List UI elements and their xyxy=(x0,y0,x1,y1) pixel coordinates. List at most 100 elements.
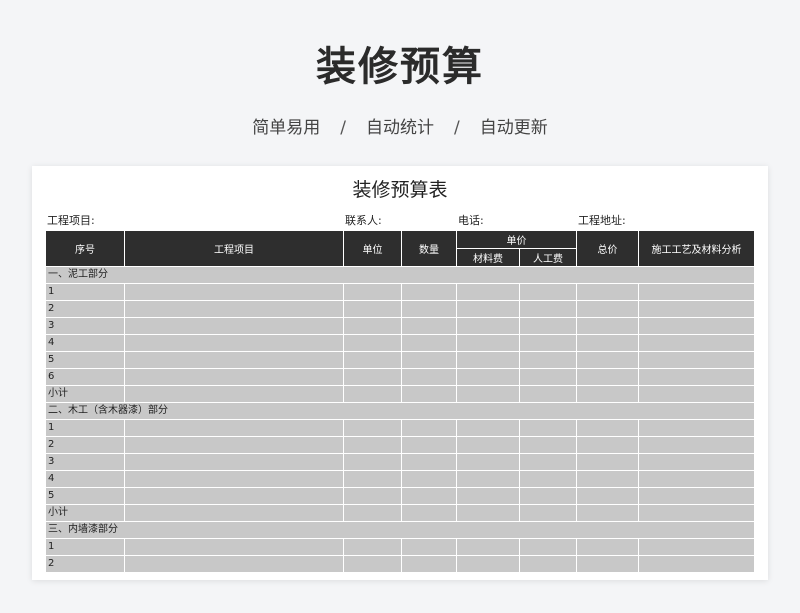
cell-seq[interactable]: 4 xyxy=(45,470,125,488)
cell-unit[interactable] xyxy=(343,368,402,386)
cell-qty[interactable] xyxy=(401,504,457,522)
cell-unit[interactable] xyxy=(343,419,402,437)
cell-material[interactable] xyxy=(456,300,520,318)
cell-analysis[interactable] xyxy=(638,317,755,335)
cell-seq[interactable]: 1 xyxy=(45,283,125,301)
cell-total[interactable] xyxy=(576,283,639,301)
cell-total[interactable] xyxy=(576,334,639,352)
cell-material[interactable] xyxy=(456,487,520,505)
cell-seq[interactable]: 2 xyxy=(45,436,125,454)
cell-item[interactable] xyxy=(124,453,344,471)
cell-unit[interactable] xyxy=(343,487,402,505)
cell-total[interactable] xyxy=(576,453,639,471)
cell-qty[interactable] xyxy=(401,317,457,335)
cell-material[interactable] xyxy=(456,470,520,488)
cell-labor[interactable] xyxy=(519,504,577,522)
cell-unit[interactable] xyxy=(343,436,402,454)
cell-material[interactable] xyxy=(456,317,520,335)
cell-qty[interactable] xyxy=(401,385,457,403)
cell-item[interactable] xyxy=(124,504,344,522)
cell-labor[interactable] xyxy=(519,368,577,386)
cell-material[interactable] xyxy=(456,538,520,556)
cell-seq[interactable]: 5 xyxy=(45,487,125,505)
cell-total[interactable] xyxy=(576,487,639,505)
cell-total[interactable] xyxy=(576,419,639,437)
cell-item[interactable] xyxy=(124,317,344,335)
cell-item[interactable] xyxy=(124,385,344,403)
cell-analysis[interactable] xyxy=(638,436,755,454)
cell-unit[interactable] xyxy=(343,385,402,403)
cell-analysis[interactable] xyxy=(638,504,755,522)
cell-labor[interactable] xyxy=(519,453,577,471)
cell-material[interactable] xyxy=(456,385,520,403)
cell-total[interactable] xyxy=(576,317,639,335)
cell-seq[interactable]: 3 xyxy=(45,317,125,335)
cell-labor[interactable] xyxy=(519,470,577,488)
cell-item[interactable] xyxy=(124,436,344,454)
cell-total[interactable] xyxy=(576,436,639,454)
cell-labor[interactable] xyxy=(519,300,577,318)
cell-item[interactable] xyxy=(124,283,344,301)
cell-item[interactable] xyxy=(124,300,344,318)
cell-labor[interactable] xyxy=(519,487,577,505)
cell-item[interactable] xyxy=(124,487,344,505)
cell-unit[interactable] xyxy=(343,300,402,318)
cell-labor[interactable] xyxy=(519,317,577,335)
cell-seq[interactable]: 2 xyxy=(45,555,125,573)
cell-total[interactable] xyxy=(576,385,639,403)
cell-qty[interactable] xyxy=(401,487,457,505)
cell-labor[interactable] xyxy=(519,538,577,556)
cell-total[interactable] xyxy=(576,351,639,369)
cell-analysis[interactable] xyxy=(638,487,755,505)
cell-unit[interactable] xyxy=(343,470,402,488)
cell-analysis[interactable] xyxy=(638,385,755,403)
cell-item[interactable] xyxy=(124,368,344,386)
cell-analysis[interactable] xyxy=(638,470,755,488)
cell-total[interactable] xyxy=(576,538,639,556)
cell-analysis[interactable] xyxy=(638,419,755,437)
cell-qty[interactable] xyxy=(401,334,457,352)
cell-analysis[interactable] xyxy=(638,351,755,369)
cell-analysis[interactable] xyxy=(638,300,755,318)
cell-analysis[interactable] xyxy=(638,555,755,573)
cell-seq[interactable]: 1 xyxy=(45,538,125,556)
cell-labor[interactable] xyxy=(519,385,577,403)
cell-material[interactable] xyxy=(456,283,520,301)
cell-material[interactable] xyxy=(456,368,520,386)
cell-item[interactable] xyxy=(124,419,344,437)
cell-labor[interactable] xyxy=(519,351,577,369)
cell-analysis[interactable] xyxy=(638,368,755,386)
cell-seq[interactable]: 5 xyxy=(45,351,125,369)
cell-qty[interactable] xyxy=(401,300,457,318)
cell-labor[interactable] xyxy=(519,334,577,352)
cell-qty[interactable] xyxy=(401,368,457,386)
cell-total[interactable] xyxy=(576,368,639,386)
cell-labor[interactable] xyxy=(519,555,577,573)
cell-unit[interactable] xyxy=(343,317,402,335)
cell-material[interactable] xyxy=(456,351,520,369)
cell-item[interactable] xyxy=(124,538,344,556)
cell-qty[interactable] xyxy=(401,470,457,488)
cell-seq[interactable]: 小计 xyxy=(45,385,125,403)
cell-analysis[interactable] xyxy=(638,453,755,471)
cell-labor[interactable] xyxy=(519,283,577,301)
cell-qty[interactable] xyxy=(401,538,457,556)
cell-qty[interactable] xyxy=(401,419,457,437)
cell-unit[interactable] xyxy=(343,538,402,556)
cell-seq[interactable]: 2 xyxy=(45,300,125,318)
cell-unit[interactable] xyxy=(343,351,402,369)
cell-total[interactable] xyxy=(576,504,639,522)
cell-qty[interactable] xyxy=(401,555,457,573)
cell-material[interactable] xyxy=(456,555,520,573)
cell-material[interactable] xyxy=(456,504,520,522)
cell-seq[interactable]: 6 xyxy=(45,368,125,386)
cell-seq[interactable]: 4 xyxy=(45,334,125,352)
cell-qty[interactable] xyxy=(401,283,457,301)
cell-analysis[interactable] xyxy=(638,334,755,352)
cell-qty[interactable] xyxy=(401,453,457,471)
cell-qty[interactable] xyxy=(401,436,457,454)
cell-unit[interactable] xyxy=(343,283,402,301)
cell-labor[interactable] xyxy=(519,419,577,437)
cell-seq[interactable]: 1 xyxy=(45,419,125,437)
cell-unit[interactable] xyxy=(343,504,402,522)
